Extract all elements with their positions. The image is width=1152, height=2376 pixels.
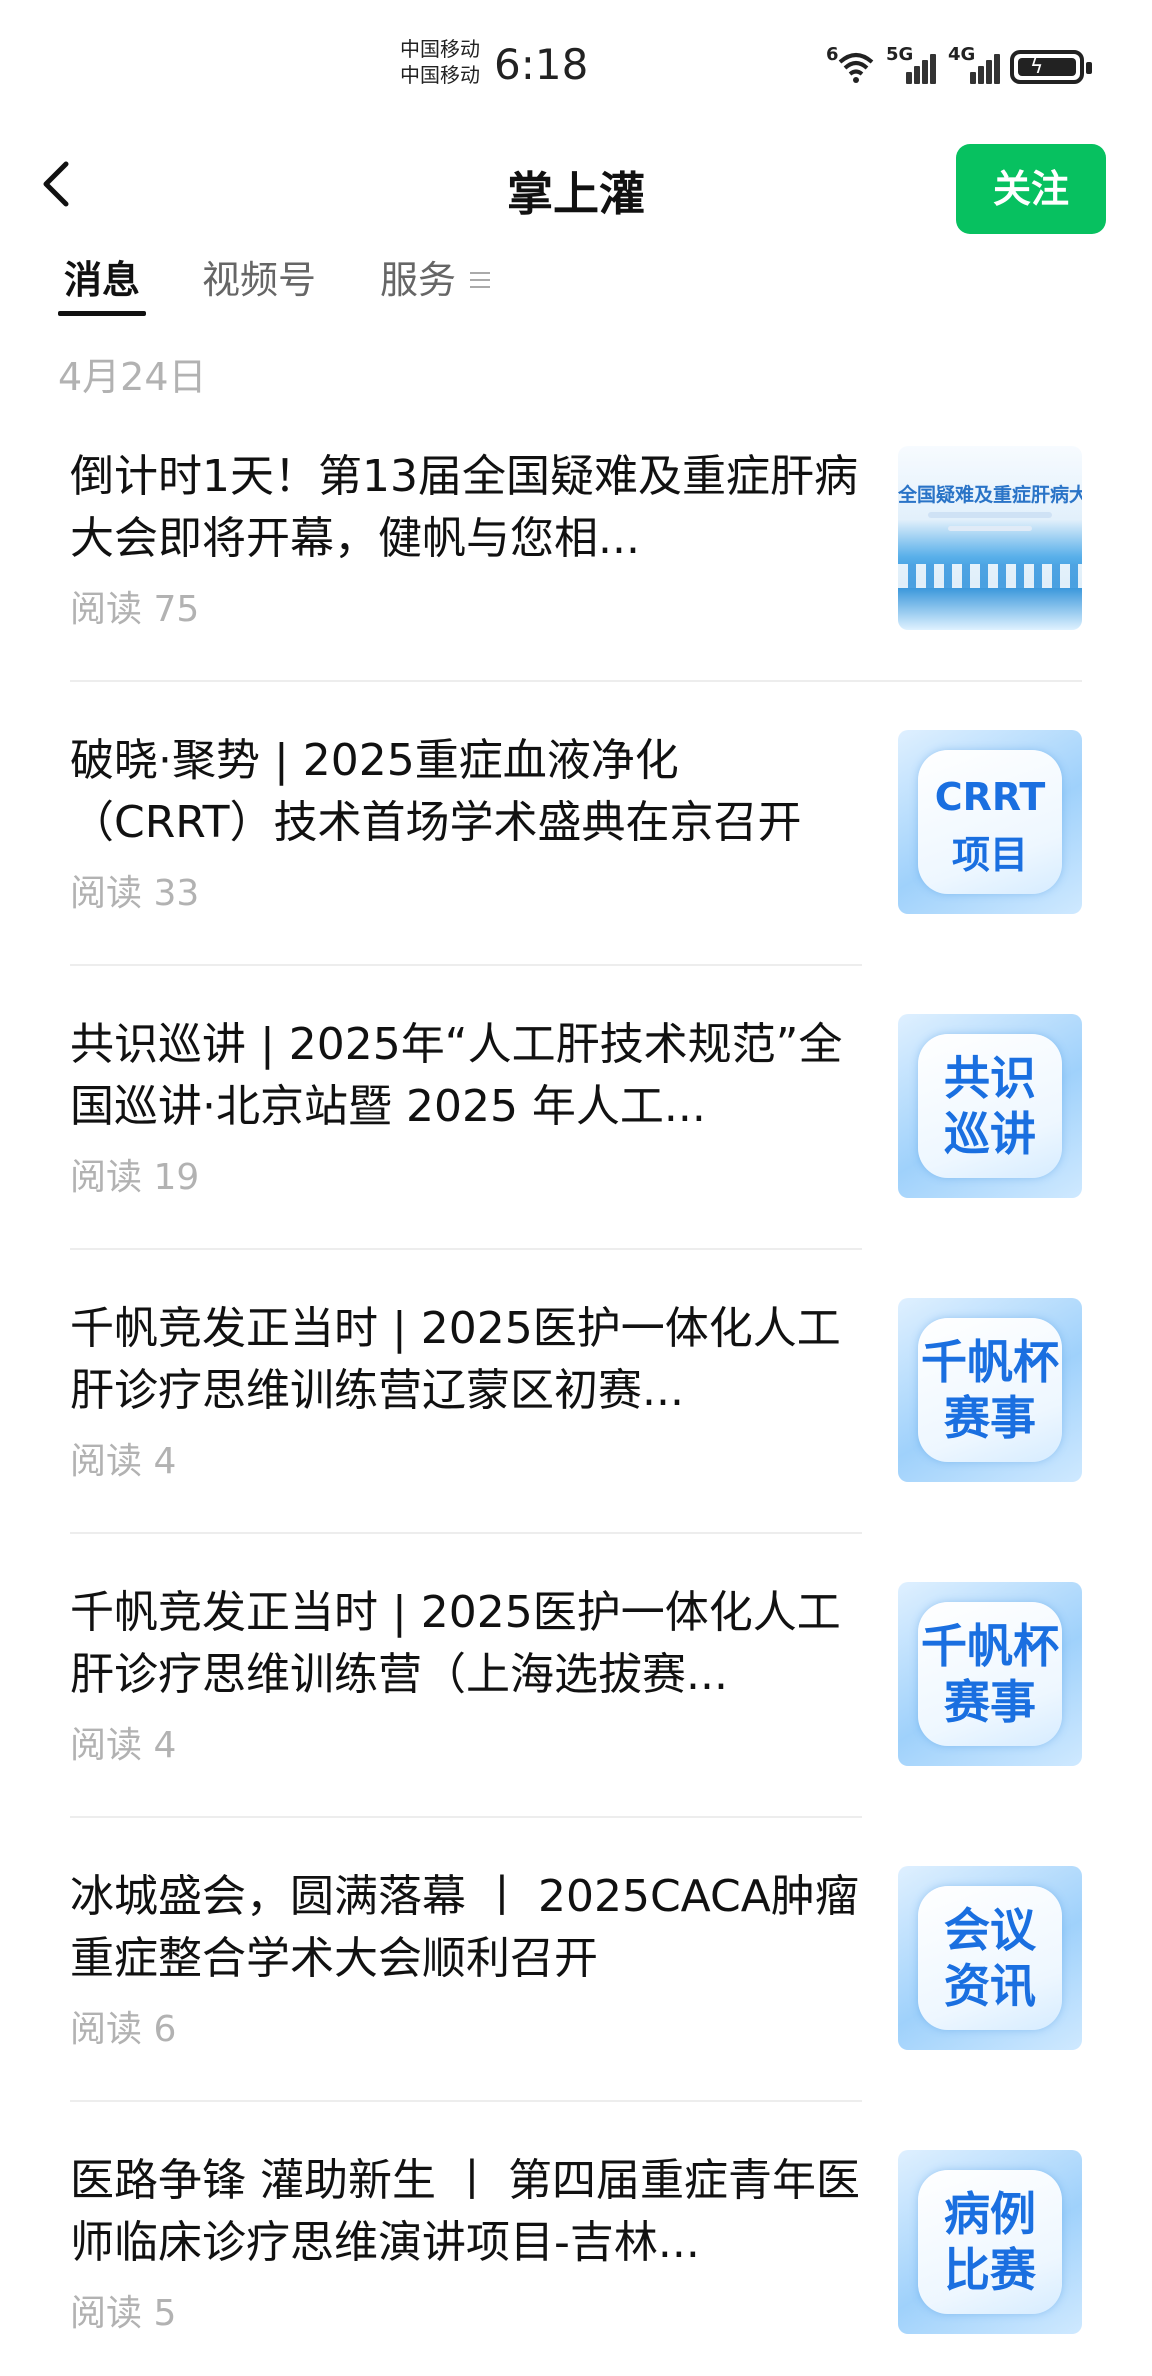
tab-bar: 消息 视频号 服务 (0, 252, 1152, 320)
message-feed: 4月24日 倒计时1天！第13届全国疑难及重症肝病大会即将开幕，健帆与您相...… (0, 320, 1152, 2376)
thumbnail-label: 会议 资讯 (944, 1903, 1036, 2013)
article-title: 冰城盛会，圆满落幕 丨 2025CACA肿瘤重症整合学术大会顺利召开 (70, 1871, 859, 1984)
article-read-count: 阅读 4 (70, 1725, 177, 1766)
menu-icon[interactable] (470, 272, 490, 290)
article-thumbnail: 共识 巡讲 (898, 1014, 1082, 1198)
thumbnail-label: 共识 巡讲 (944, 1051, 1036, 1161)
article-item[interactable]: 医路争锋 灌助新生 丨 第四届重症青年医师临床诊疗思维演讲项目-吉林... 阅读… (0, 2150, 1152, 2376)
article-thumbnail: 会议 资讯 (898, 1866, 1082, 2050)
article-thumbnail: CRRT 项目 (898, 730, 1082, 914)
signal-5g-icon: 5G (886, 44, 936, 84)
tab-messages[interactable]: 消息 (57, 252, 147, 316)
divider (70, 964, 862, 966)
status-time: 6:18 (494, 40, 589, 89)
article-title: 千帆竞发正当时 | 2025医护一体化人工肝诊疗思维训练营辽蒙区初赛... (70, 1303, 841, 1416)
thumbnail-label: 病例 比赛 (944, 2187, 1036, 2297)
divider (70, 1248, 862, 1250)
article-title: 共识巡讲 | 2025年“人工肝技术规范”全国巡讲·北京站暨 2025 年人工.… (70, 1019, 843, 1132)
article-read-count: 阅读 33 (70, 873, 200, 914)
tab-services[interactable]: 服务 (380, 252, 456, 308)
date-header: 4月24日 (58, 355, 207, 399)
carrier-2: 中国移动 (400, 63, 480, 87)
article-read-count: 阅读 6 (70, 2009, 177, 2050)
wifi-icon: 6 (826, 44, 880, 86)
article-read-count: 阅读 75 (70, 589, 200, 630)
thumbnail-label: 千帆杯 赛事 (921, 1619, 1059, 1729)
article-thumbnail: 千帆杯 赛事 (898, 1582, 1082, 1766)
article-read-count: 阅读 19 (70, 1157, 200, 1198)
article-item[interactable]: 千帆竞发正当时 | 2025医护一体化人工肝诊疗思维训练营（上海选拔赛... 阅… (0, 1582, 1152, 1866)
divider (70, 680, 1082, 682)
status-bar: 中国移动 中国移动 6:18 6 5G 4G ϟ (0, 0, 1152, 130)
article-read-count: 阅读 5 (70, 2293, 177, 2334)
sim2-tag: 4G (948, 44, 976, 65)
article-title: 倒计时1天！第13届全国疑难及重症肝病大会即将开幕，健帆与您相... (70, 451, 858, 564)
nav-bar: 掌上灌 关注 (0, 130, 1152, 252)
divider (70, 1532, 862, 1534)
battery-icon: ϟ (1010, 50, 1092, 84)
divider (70, 1816, 862, 1818)
bridge-graphic (898, 564, 1082, 588)
thumbnail-label: 全国疑难及重症肝病大会 (898, 484, 1082, 506)
article-title: 千帆竞发正当时 | 2025医护一体化人工肝诊疗思维训练营（上海选拔赛... (70, 1587, 841, 1700)
sim1-tag: 5G (886, 44, 914, 65)
article-item[interactable]: 冰城盛会，圆满落幕 丨 2025CACA肿瘤重症整合学术大会顺利召开 阅读 6 … (0, 1866, 1152, 2150)
thumbnail-label: CRRT 项目 (934, 775, 1046, 877)
article-item[interactable]: 破晓·聚势 | 2025重症血液净化（CRRT）技术首场学术盛典在京召开 阅读 … (0, 730, 1152, 1014)
carrier-1: 中国移动 (400, 37, 480, 61)
article-item[interactable]: 千帆竞发正当时 | 2025医护一体化人工肝诊疗思维训练营辽蒙区初赛... 阅读… (0, 1298, 1152, 1582)
thumbnail-label: 千帆杯 赛事 (921, 1335, 1059, 1445)
article-thumbnail: 千帆杯 赛事 (898, 1298, 1082, 1482)
divider (70, 2100, 862, 2102)
article-thumbnail: 病例 比赛 (898, 2150, 1082, 2334)
article-item[interactable]: 共识巡讲 | 2025年“人工肝技术规范”全国巡讲·北京站暨 2025 年人工.… (0, 1014, 1152, 1298)
tab-channels[interactable]: 视频号 (202, 252, 316, 308)
carrier-names: 中国移动 中国移动 (400, 36, 480, 88)
article-read-count: 阅读 4 (70, 1441, 177, 1482)
signal-4g-icon: 4G (948, 44, 1000, 84)
article-title: 医路争锋 灌助新生 丨 第四届重症青年医师临床诊疗思维演讲项目-吉林... (70, 2155, 860, 2268)
article-title: 破晓·聚势 | 2025重症血液净化（CRRT）技术首场学术盛典在京召开 (70, 735, 802, 848)
follow-button[interactable]: 关注 (956, 144, 1106, 234)
article-thumbnail: 全国疑难及重症肝病大会 (898, 446, 1082, 630)
article-item[interactable]: 倒计时1天！第13届全国疑难及重症肝病大会即将开幕，健帆与您相... 阅读 75… (0, 446, 1152, 730)
